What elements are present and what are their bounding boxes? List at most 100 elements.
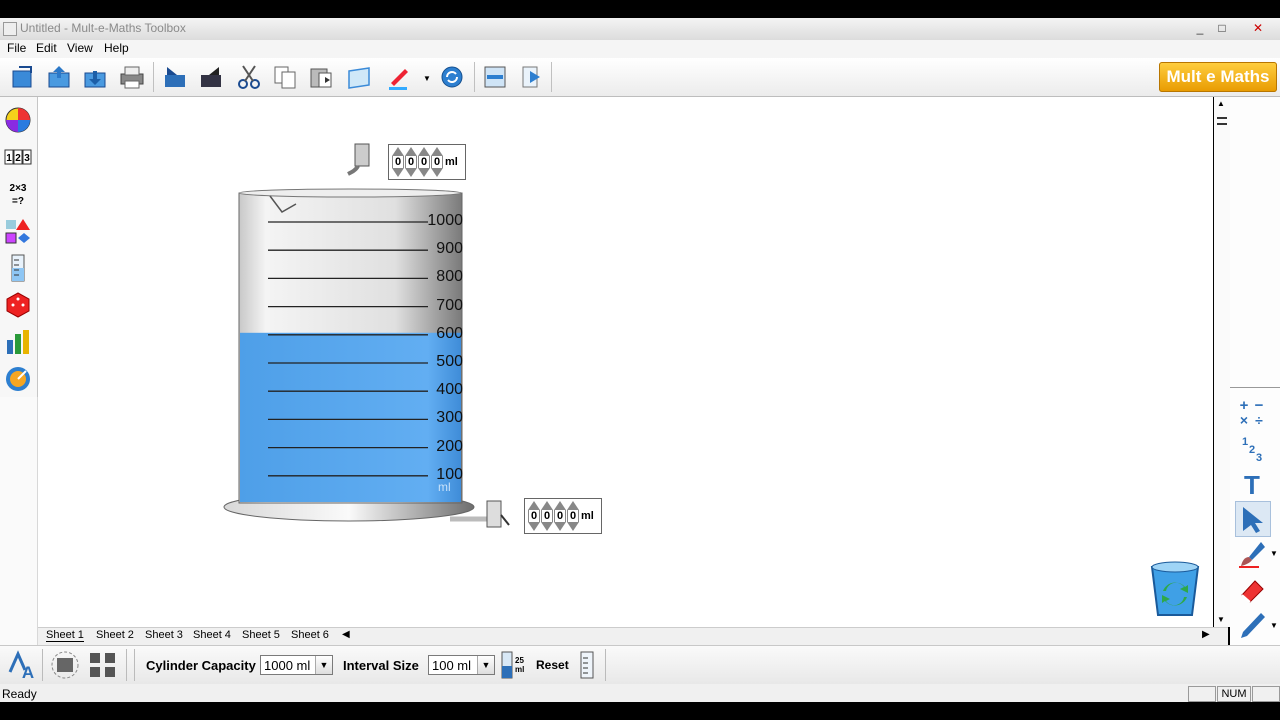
counter-digit[interactable]: 0	[541, 501, 553, 531]
scale-label: 1000	[427, 212, 463, 229]
scale-label: 400	[436, 381, 463, 399]
shapes-icon[interactable]	[3, 216, 33, 246]
sheet-scroll-right-icon[interactable]: ▶	[1202, 629, 1210, 640]
worksheet-canvas[interactable]: 1000 900 800 700 600 500 400 300 200 100 ml 0 0 0…	[38, 97, 1213, 627]
close-button[interactable]: ✕	[1240, 20, 1276, 36]
text-tool-icon[interactable]: T	[1235, 467, 1269, 501]
sheet-scroll-left-icon[interactable]: ◀	[342, 629, 350, 640]
bottom-volume-counter[interactable]: 0 0 0 0 ml	[524, 498, 602, 534]
counter-digit[interactable]: 0	[567, 501, 579, 531]
snap-grid-icon[interactable]	[49, 650, 81, 680]
paste-icon[interactable]	[306, 62, 336, 92]
sheet-tab-6[interactable]: Sheet 6	[291, 629, 329, 641]
refresh-icon[interactable]	[437, 62, 467, 92]
counter-digit[interactable]: 0	[392, 147, 404, 177]
minimize-button[interactable]: _	[1190, 20, 1210, 36]
cut-icon[interactable]	[234, 62, 264, 92]
menu-view[interactable]: View	[67, 41, 93, 55]
paintbrush-icon[interactable]	[1235, 537, 1269, 571]
menu-edit[interactable]: Edit	[36, 41, 57, 55]
export-icon[interactable]	[196, 62, 226, 92]
title-bar: Untitled - Mult-e-Maths Toolbox _ □ ✕	[0, 18, 1280, 40]
sheet-tab-4[interactable]: Sheet 4	[193, 629, 231, 641]
copy-icon[interactable]	[270, 62, 300, 92]
reset-button[interactable]: Reset	[536, 658, 569, 672]
step-increment-button[interactable]: 25 ml	[500, 650, 530, 680]
operations-icon[interactable]: + − × ÷	[1235, 395, 1269, 429]
paintbrush-dropdown-icon[interactable]: ▼	[1270, 549, 1278, 558]
new-icon[interactable]	[8, 62, 38, 92]
open-icon[interactable]	[44, 62, 74, 92]
window-title: Untitled - Mult-e-Maths Toolbox	[20, 21, 186, 35]
sheet-tab-2[interactable]: Sheet 2	[96, 629, 134, 641]
pen-dropdown-icon[interactable]: ▼	[1270, 621, 1278, 630]
text-style-icon[interactable]: A	[6, 650, 38, 682]
svg-text:A: A	[22, 663, 34, 680]
counter-digit[interactable]: 0	[554, 501, 566, 531]
select-pointer-icon[interactable]	[1235, 501, 1271, 537]
dice-icon[interactable]	[3, 290, 33, 320]
counter-digit[interactable]: 0	[431, 147, 443, 177]
status-bar: Ready NUM	[0, 684, 1280, 702]
whiteboard-icon[interactable]	[344, 62, 374, 92]
options-separator	[42, 649, 43, 681]
options-separator	[126, 649, 127, 681]
counter-digit[interactable]: 0	[528, 501, 540, 531]
svg-text:1: 1	[6, 153, 12, 164]
status-indicator	[1188, 686, 1216, 702]
step-increment-label: 25 ml	[515, 656, 525, 674]
multiplication-icon[interactable]: 2×3 =?	[3, 179, 33, 209]
sheet-tab-5[interactable]: Sheet 5	[242, 629, 280, 641]
scroll-down-icon[interactable]: ▼	[1217, 615, 1225, 624]
group-objects-icon[interactable]	[87, 650, 119, 680]
presentation-icon[interactable]	[517, 62, 547, 92]
cylinder-capacity-select[interactable]: 1000 ml ▼	[260, 655, 333, 675]
highlighter-dropdown-icon[interactable]: ▼	[423, 74, 431, 83]
bar-graph-icon[interactable]	[3, 327, 33, 357]
top-tap-icon[interactable]	[347, 143, 370, 176]
number-sequence-icon[interactable]: 123	[1235, 431, 1269, 465]
sheet-tab-3[interactable]: Sheet 3	[145, 629, 183, 641]
print-icon[interactable]	[116, 62, 146, 92]
vertical-scrollbar[interactable]: ▲ ▼	[1214, 97, 1230, 627]
scale-label: 700	[436, 296, 463, 314]
svg-text:2×3: 2×3	[10, 183, 27, 194]
toolbar-separator	[474, 62, 475, 92]
top-volume-counter[interactable]: 0 0 0 0 ml	[388, 144, 466, 180]
svg-text:1: 1	[1242, 436, 1248, 448]
options-separator	[605, 649, 606, 681]
spinner-icon[interactable]	[3, 364, 33, 394]
screen-shade-icon[interactable]	[480, 62, 510, 92]
highlighter-icon[interactable]	[384, 62, 414, 92]
mult-e-maths-logo: Mult e Maths	[1159, 62, 1277, 92]
svg-text:3: 3	[24, 153, 30, 164]
counter-unit: ml	[581, 510, 594, 522]
menu-help[interactable]: Help	[104, 41, 129, 55]
toolbar-separator	[551, 62, 552, 92]
counter-digit[interactable]: 0	[418, 147, 430, 177]
number-cards-icon[interactable]: 123	[3, 142, 33, 172]
maximize-button[interactable]: □	[1212, 20, 1232, 36]
fraction-circle-icon[interactable]	[3, 105, 33, 135]
import-icon[interactable]	[160, 62, 190, 92]
scroll-up-icon[interactable]: ▲	[1217, 99, 1225, 108]
chevron-down-icon: ▼	[315, 656, 332, 674]
sheet-tab-1[interactable]: Sheet 1	[46, 629, 84, 642]
menu-file[interactable]: File	[7, 41, 26, 55]
svg-text:3: 3	[1256, 452, 1262, 463]
pen-icon[interactable]	[1235, 608, 1269, 642]
toolbar-separator	[153, 62, 154, 92]
scale-label: 900	[436, 240, 463, 258]
save-icon[interactable]	[80, 62, 110, 92]
right-tool-panel: + − × ÷ 123 T ▼ ▼	[1230, 97, 1280, 645]
scroll-thumb[interactable]	[1217, 117, 1227, 125]
measuring-cylinder-icon[interactable]	[3, 253, 33, 283]
counter-digit[interactable]: 0	[405, 147, 417, 177]
scale-label: 300	[436, 409, 463, 427]
eraser-icon[interactable]	[1235, 573, 1269, 607]
empty-cylinder-icon[interactable]	[577, 650, 597, 680]
counter-unit: ml	[445, 156, 458, 168]
interval-size-select[interactable]: 100 ml ▼	[428, 655, 495, 675]
panel-divider	[1230, 387, 1280, 388]
recycle-bin-icon[interactable]	[1148, 559, 1204, 619]
